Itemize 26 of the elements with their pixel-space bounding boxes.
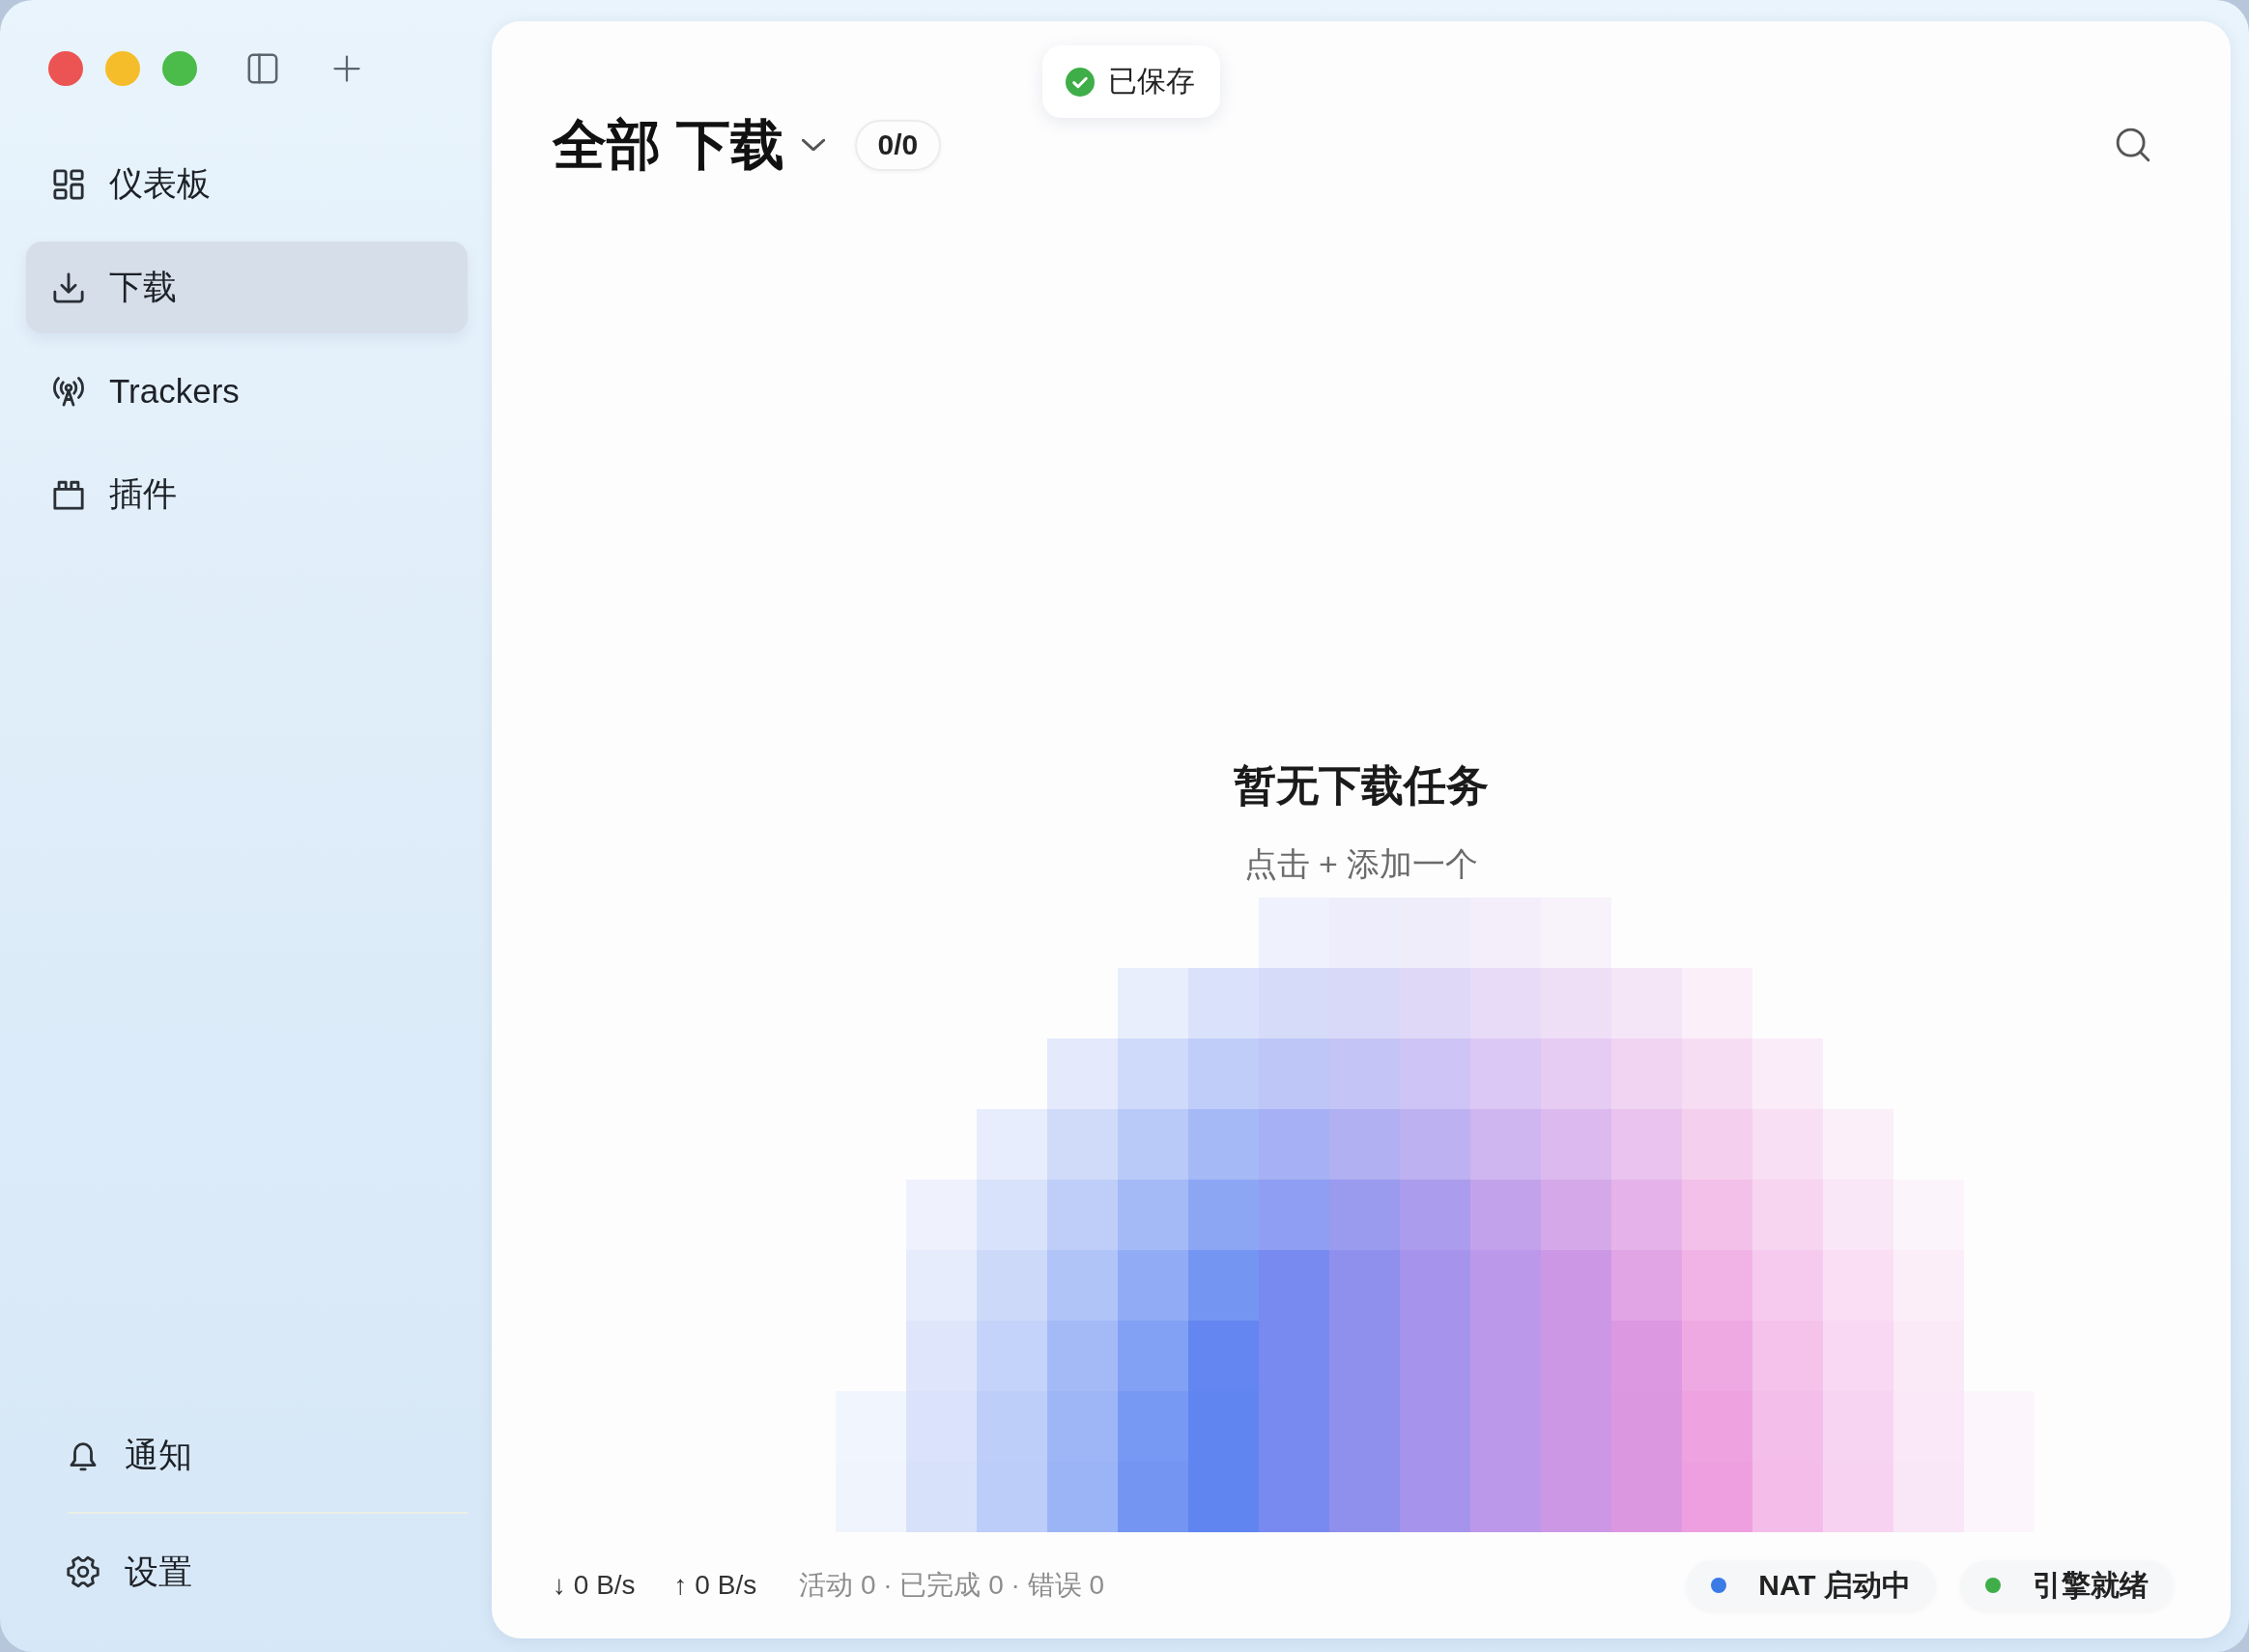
sidebar-item[interactable]: 下载 xyxy=(26,242,468,333)
empty-hint: 点击 + 添加一个 xyxy=(1243,844,1479,884)
upload-speed: ↑ 0 B/s xyxy=(673,1570,757,1601)
plus-icon[interactable] xyxy=(332,54,361,83)
grid-icon xyxy=(52,167,85,201)
sidebar-item[interactable]: 设置 xyxy=(26,1533,468,1610)
task-count: 0/0 xyxy=(854,119,942,171)
status-label: NAT 启动中 xyxy=(1758,1567,1911,1603)
empty-title: 暂无下载任务 xyxy=(1234,760,1489,812)
sidebar-item[interactable]: 插件 xyxy=(26,448,468,540)
panel-icon[interactable] xyxy=(246,52,279,85)
filter-dropdown[interactable]: 全部 下载 xyxy=(553,114,825,177)
sidebar-item[interactable]: Trackers xyxy=(26,345,468,437)
close-button[interactable] xyxy=(48,51,83,86)
task-stats: 活动 0 · 已完成 0 · 错误 0 xyxy=(799,1569,1104,1602)
download-speed: ↓ 0 B/s xyxy=(553,1570,636,1601)
search-icon[interactable] xyxy=(2115,127,2151,164)
status-label: 引擎就绪 xyxy=(2033,1567,2149,1603)
chevron-icon xyxy=(801,139,825,152)
download-icon xyxy=(52,271,85,304)
check-icon xyxy=(1066,67,1095,97)
sidebar-item[interactable]: 通知 xyxy=(26,1416,468,1494)
sidebar-item[interactable]: 仪表板 xyxy=(26,138,468,230)
antenna-icon xyxy=(52,374,85,408)
toast-message: 已保存 xyxy=(1108,64,1195,99)
gear-icon xyxy=(67,1555,100,1588)
